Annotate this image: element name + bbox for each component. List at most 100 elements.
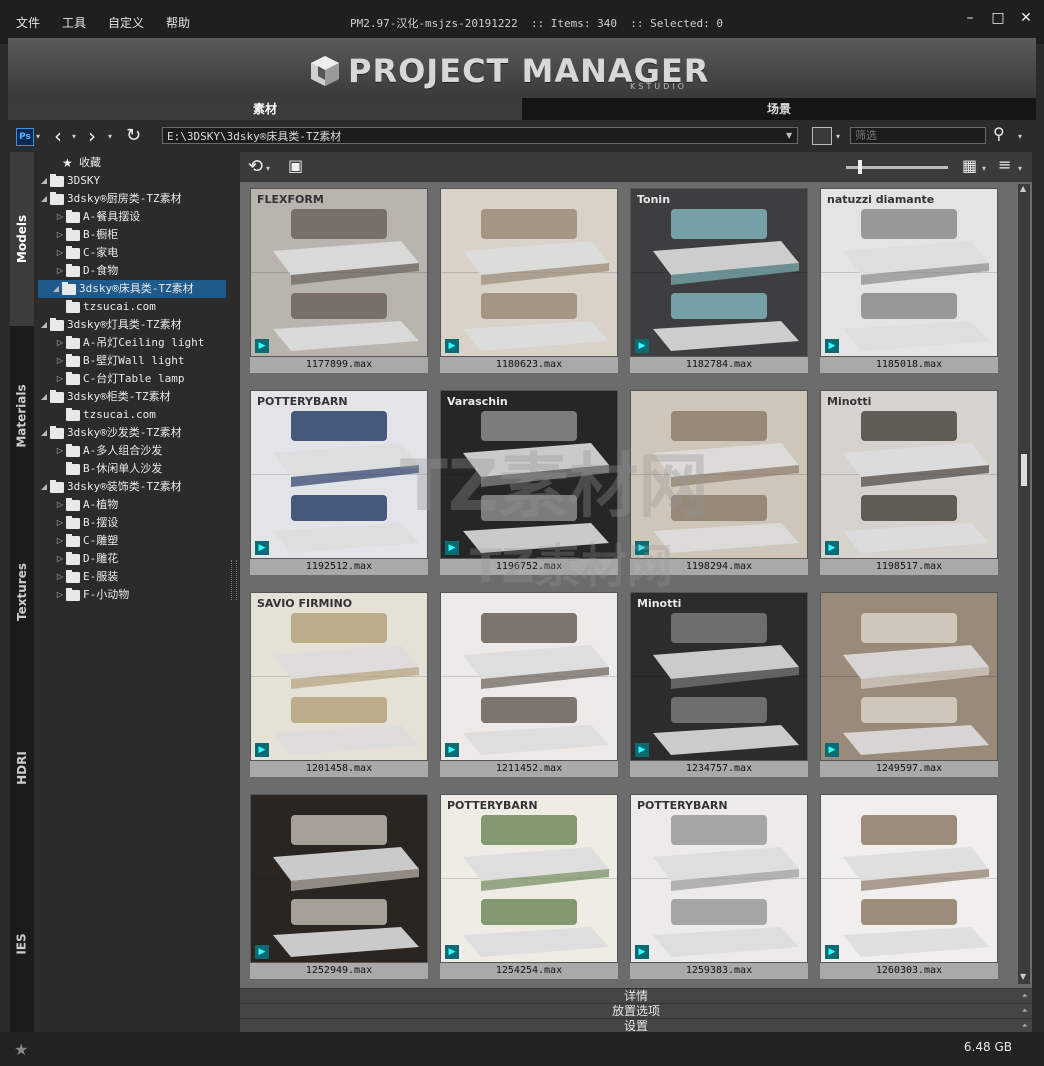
tree-node[interactable]: ◢ 3dsky®床具类-TZ素材 <box>38 280 226 298</box>
photoshop-icon[interactable]: Ps <box>16 128 34 146</box>
model-thumbnail[interactable]: ▶ 1211452.max <box>440 592 618 777</box>
tree-node[interactable]: tzsucai.com <box>54 406 156 424</box>
model-thumbnail[interactable]: Varaschin ▶ 1196752.max <box>440 390 618 575</box>
chevron-down-icon[interactable]: ▾ <box>1018 164 1022 173</box>
scroll-up-icon[interactable]: ▲ <box>1020 184 1026 193</box>
refresh-icon[interactable]: ↻ <box>126 125 141 146</box>
model-thumbnail[interactable]: POTTERYBARN ▶ 1192512.max <box>250 390 428 575</box>
model-thumbnail[interactable]: ▶ 1260303.max <box>820 794 998 979</box>
tree-node[interactable]: ◢ 3dsky®灯具类-TZ素材 <box>38 316 182 334</box>
tree-node[interactable]: ▷ B-壁灯Wall light <box>54 352 184 370</box>
panel-settings[interactable]: 设置 ⏶ <box>240 1018 1032 1033</box>
model-thumbnail[interactable]: ▶ 1249597.max <box>820 592 998 777</box>
chevron-down-icon[interactable]: ▾ <box>72 132 76 141</box>
tree-node[interactable]: ▷ F-小动物 <box>54 586 129 604</box>
path-input[interactable]: E:\3DSKY\3dsky®床具类-TZ素材 <box>162 127 798 144</box>
cube-icon[interactable]: ▣ <box>288 156 303 175</box>
tab-scenes[interactable]: 场景 <box>522 98 1036 120</box>
tree-node[interactable]: ▷ C-雕塑 <box>54 532 118 550</box>
tab-models[interactable]: Models <box>10 152 34 326</box>
panel-placement-options[interactable]: 放置选项 ⏶ <box>240 1003 1032 1018</box>
collapse-icon[interactable]: ◢ <box>38 172 50 190</box>
tab-hdri[interactable]: HDRI <box>10 680 34 856</box>
chevron-down-icon[interactable]: ▼ <box>786 131 792 140</box>
expand-icon[interactable]: ▷ <box>54 226 66 244</box>
tree-node[interactable]: ◢ 3dsky®装饰类-TZ素材 <box>38 478 182 496</box>
expand-icon[interactable]: ▷ <box>54 334 66 352</box>
tree-node[interactable]: ★ 收藏 <box>50 154 101 172</box>
tree-node[interactable]: ▷ D-食物 <box>54 262 118 280</box>
sort-icon[interactable]: ≡ <box>998 155 1011 174</box>
expand-icon[interactable]: ▷ <box>54 514 66 532</box>
menu-file[interactable]: 文件 <box>16 14 40 31</box>
expand-icon[interactable]: ▷ <box>54 586 66 604</box>
scrollbar-thumb[interactable] <box>1021 454 1027 486</box>
minimize-icon[interactable]: – <box>962 10 978 26</box>
vertical-scrollbar[interactable]: ▲ ▼ <box>1018 184 1030 984</box>
thumbnail-size-slider[interactable] <box>846 160 948 174</box>
tree-node[interactable]: ▷ B-橱柜 <box>54 226 118 244</box>
menu-help[interactable]: 帮助 <box>166 14 190 31</box>
collapse-icon[interactable]: ◢ <box>38 478 50 496</box>
expand-icon[interactable]: ▷ <box>54 442 66 460</box>
model-thumbnail[interactable]: ▶ 1180623.max <box>440 188 618 373</box>
tree-node[interactable]: ▷ A-餐具摆设 <box>54 208 140 226</box>
model-thumbnail[interactable]: Tonin ▶ 1182784.max <box>630 188 808 373</box>
panel-splitter[interactable] <box>231 560 237 600</box>
scroll-down-icon[interactable]: ▼ <box>1020 972 1026 981</box>
forward-icon[interactable]: › <box>88 124 96 148</box>
tree-node[interactable]: ▷ A-吊灯Ceiling light <box>54 334 204 352</box>
tree-node[interactable]: B-休闲单人沙发 <box>54 460 162 478</box>
back-icon[interactable]: ‹ <box>54 124 62 148</box>
expand-icon[interactable]: ▷ <box>54 370 66 388</box>
tab-assets[interactable]: 素材 <box>8 98 522 120</box>
search-icon[interactable]: ⚲ <box>993 124 1005 143</box>
model-thumbnail[interactable]: ▶ 1252949.max <box>250 794 428 979</box>
chevron-down-icon[interactable]: ▾ <box>108 132 112 141</box>
tree-node[interactable]: ▷ A-植物 <box>54 496 118 514</box>
grid-view-icon[interactable]: ▦ <box>962 156 977 175</box>
menu-tools[interactable]: 工具 <box>62 14 86 31</box>
slider-handle[interactable] <box>858 160 862 174</box>
filter-input[interactable] <box>850 127 986 144</box>
expand-icon[interactable]: ▷ <box>54 352 66 370</box>
chevron-down-icon[interactable]: ▾ <box>266 164 270 173</box>
tree-node[interactable]: ▷ C-家电 <box>54 244 118 262</box>
expand-icon[interactable]: ▷ <box>54 496 66 514</box>
collapse-icon[interactable]: ◢ <box>38 388 50 406</box>
tab-textures[interactable]: Textures <box>10 504 34 680</box>
model-thumbnail[interactable]: POTTERYBARN ▶ 1254254.max <box>440 794 618 979</box>
sync-icon[interactable]: ⟲ <box>248 156 263 177</box>
expand-icon[interactable]: ▷ <box>54 550 66 568</box>
chevron-down-icon[interactable]: ▾ <box>836 132 840 141</box>
chevron-down-icon[interactable]: ▾ <box>1018 132 1022 141</box>
collapse-icon[interactable]: ◢ <box>38 316 50 334</box>
collapse-icon[interactable]: ◢ <box>38 424 50 442</box>
tree-node[interactable]: ◢ 3dsky®厨房类-TZ素材 <box>38 190 182 208</box>
tab-ies[interactable]: IES <box>10 856 34 1032</box>
model-thumbnail[interactable]: Minotti ▶ 1234757.max <box>630 592 808 777</box>
tree-node[interactable]: ▷ B-摆设 <box>54 514 118 532</box>
expand-icon[interactable]: ▷ <box>54 262 66 280</box>
close-icon[interactable]: ✕ <box>1018 10 1034 26</box>
model-thumbnail[interactable]: natuzzi diamante ▶ 1185018.max <box>820 188 998 373</box>
menu-customize[interactable]: 自定义 <box>108 14 144 31</box>
tree-node[interactable]: tzsucai.com <box>54 298 156 316</box>
tree-node[interactable]: ▷ A-多人组合沙发 <box>54 442 162 460</box>
model-thumbnail[interactable]: POTTERYBARN ▶ 1259383.max <box>630 794 808 979</box>
collapse-icon[interactable]: ◢ <box>50 280 62 298</box>
model-thumbnail[interactable]: SAVIO FIRMINO ▶ 1201458.max <box>250 592 428 777</box>
tree-node[interactable]: ▷ E-服装 <box>54 568 118 586</box>
expand-icon[interactable]: ▷ <box>54 532 66 550</box>
star-icon[interactable]: ★ <box>14 1040 28 1059</box>
tree-node[interactable]: ▷ D-雕花 <box>54 550 118 568</box>
chevron-down-icon[interactable]: ▾ <box>36 132 40 141</box>
collapse-icon[interactable]: ◢ <box>38 190 50 208</box>
expand-icon[interactable]: ▷ <box>54 244 66 262</box>
filter-icon[interactable] <box>812 127 832 145</box>
chevron-down-icon[interactable]: ▾ <box>982 164 986 173</box>
tree-node[interactable]: ◢ 3DSKY <box>38 172 100 190</box>
model-thumbnail[interactable]: Minotti ▶ 1198517.max <box>820 390 998 575</box>
tree-node[interactable]: ▷ C-台灯Table lamp <box>54 370 184 388</box>
model-thumbnail[interactable]: ▶ 1198294.max <box>630 390 808 575</box>
